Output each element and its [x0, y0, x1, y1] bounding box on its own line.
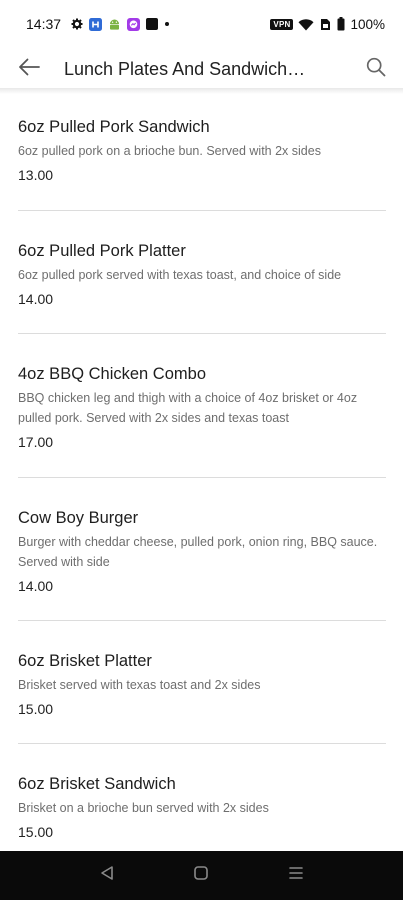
- item-name: 4oz BBQ Chicken Combo: [18, 365, 207, 383]
- menu-item[interactable]: 6oz Brisket Sandwich Brisket on a brioch…: [18, 744, 386, 854]
- item-price: 15.00: [18, 701, 54, 717]
- item-description: BBQ chicken leg and thigh with a choice …: [18, 391, 358, 425]
- search-icon: [366, 57, 386, 82]
- app-h-icon: [89, 17, 103, 31]
- item-name: Cow Boy Burger: [18, 509, 139, 527]
- nav-home-button[interactable]: [181, 856, 221, 896]
- app-bar-shadow: [0, 88, 403, 94]
- menu-item[interactable]: 4oz BBQ Chicken Combo BBQ chicken leg an…: [18, 334, 386, 478]
- android-icon: [108, 18, 121, 31]
- menu-list: 6oz Pulled Pork Sandwich 6oz pulled pork…: [0, 96, 403, 854]
- item-description: 6oz pulled pork on a brioche bun. Served…: [18, 144, 321, 158]
- wifi-icon: [298, 18, 314, 31]
- nav-back-button[interactable]: [87, 856, 127, 896]
- menu-item[interactable]: 6oz Pulled Pork Sandwich 6oz pulled pork…: [18, 96, 386, 211]
- item-price: 14.00: [18, 291, 54, 307]
- menu-item[interactable]: Cow Boy Burger Burger with cheddar chees…: [18, 478, 386, 621]
- item-name: 6oz Brisket Platter: [18, 652, 152, 670]
- back-button[interactable]: [0, 48, 58, 90]
- system-nav-bar: [0, 851, 403, 900]
- nav-recents-button[interactable]: [276, 856, 316, 896]
- status-left: 14:37: [26, 16, 170, 32]
- item-price: 17.00: [18, 434, 54, 450]
- item-name: 6oz Brisket Sandwich: [18, 775, 176, 793]
- item-price: 15.00: [18, 824, 54, 840]
- status-right: VPN 100%: [270, 17, 385, 32]
- status-time: 14:37: [26, 16, 62, 32]
- nav-back-icon: [99, 865, 115, 886]
- gear-icon: [71, 18, 83, 30]
- screen: 14:37 VPN 100% Lunch Plates And Sandwich…: [0, 0, 403, 900]
- vpn-icon: VPN: [270, 18, 294, 30]
- battery-icon: [337, 17, 345, 31]
- menu-item[interactable]: 6oz Pulled Pork Platter 6oz pulled pork …: [18, 211, 386, 334]
- app-bar: Lunch Plates And Sandwich…: [0, 48, 403, 90]
- arrow-left-icon: [18, 58, 40, 81]
- item-description: Brisket on a brioche bun served with 2x …: [18, 801, 269, 815]
- nav-home-icon: [193, 865, 209, 886]
- square-app-icon: [146, 18, 159, 30]
- page-title: Lunch Plates And Sandwich…: [64, 58, 306, 79]
- item-name: 6oz Pulled Pork Platter: [18, 242, 186, 260]
- item-price: 13.00: [18, 167, 54, 183]
- status-bar: 14:37 VPN 100%: [0, 0, 403, 48]
- item-name: 6oz Pulled Pork Sandwich: [18, 118, 210, 136]
- search-button[interactable]: [349, 48, 403, 90]
- battery-percent: 100%: [350, 16, 385, 32]
- item-description: Brisket served with texas toast and 2x s…: [18, 678, 261, 692]
- item-price: 14.00: [18, 578, 54, 594]
- dot-icon: [164, 21, 170, 27]
- menu-item[interactable]: 6oz Brisket Platter Brisket served with …: [18, 621, 386, 744]
- item-description: 6oz pulled pork served with texas toast,…: [18, 268, 342, 282]
- item-description: Burger with cheddar cheese, pulled pork,…: [18, 535, 378, 569]
- sim-icon: [319, 18, 332, 31]
- nav-recents-icon: [288, 865, 304, 886]
- messenger-icon: [127, 17, 141, 31]
